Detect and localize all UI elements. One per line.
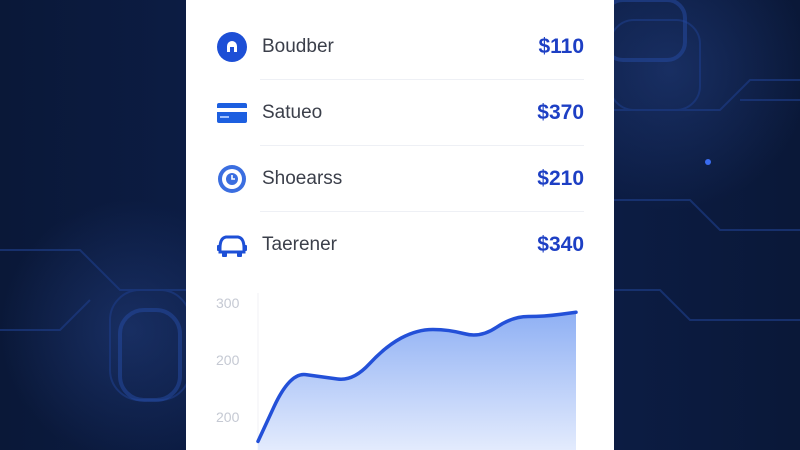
- expense-card: Boudber $110 Satueo $370 Shoearss $210 T…: [186, 0, 614, 450]
- trend-chart: 300 200 200: [186, 285, 614, 450]
- item-amount: $110: [538, 35, 584, 58]
- glow-dot: [705, 159, 711, 165]
- list-item[interactable]: Satueo $370: [216, 80, 584, 146]
- item-amount: $340: [537, 233, 584, 256]
- list-item[interactable]: Shoearss $210: [216, 146, 584, 212]
- list-item[interactable]: Boudber $110: [216, 14, 584, 80]
- chart-plot: [256, 293, 578, 450]
- list-item[interactable]: Taerener $340: [216, 212, 584, 278]
- item-amount: $210: [537, 167, 584, 190]
- y-tick-label: 300: [216, 295, 240, 311]
- home-icon: [216, 31, 248, 63]
- y-tick-label: 200: [216, 409, 240, 425]
- item-amount: $370: [537, 101, 584, 124]
- item-label: Satueo: [262, 102, 323, 123]
- item-label: Boudber: [262, 36, 334, 57]
- y-tick-label: 200: [216, 352, 240, 368]
- item-label: Taerener: [262, 234, 337, 255]
- car-icon: [216, 229, 248, 261]
- clock-icon: [216, 163, 248, 195]
- item-label: Shoearss: [262, 168, 343, 189]
- card-icon: [216, 97, 248, 129]
